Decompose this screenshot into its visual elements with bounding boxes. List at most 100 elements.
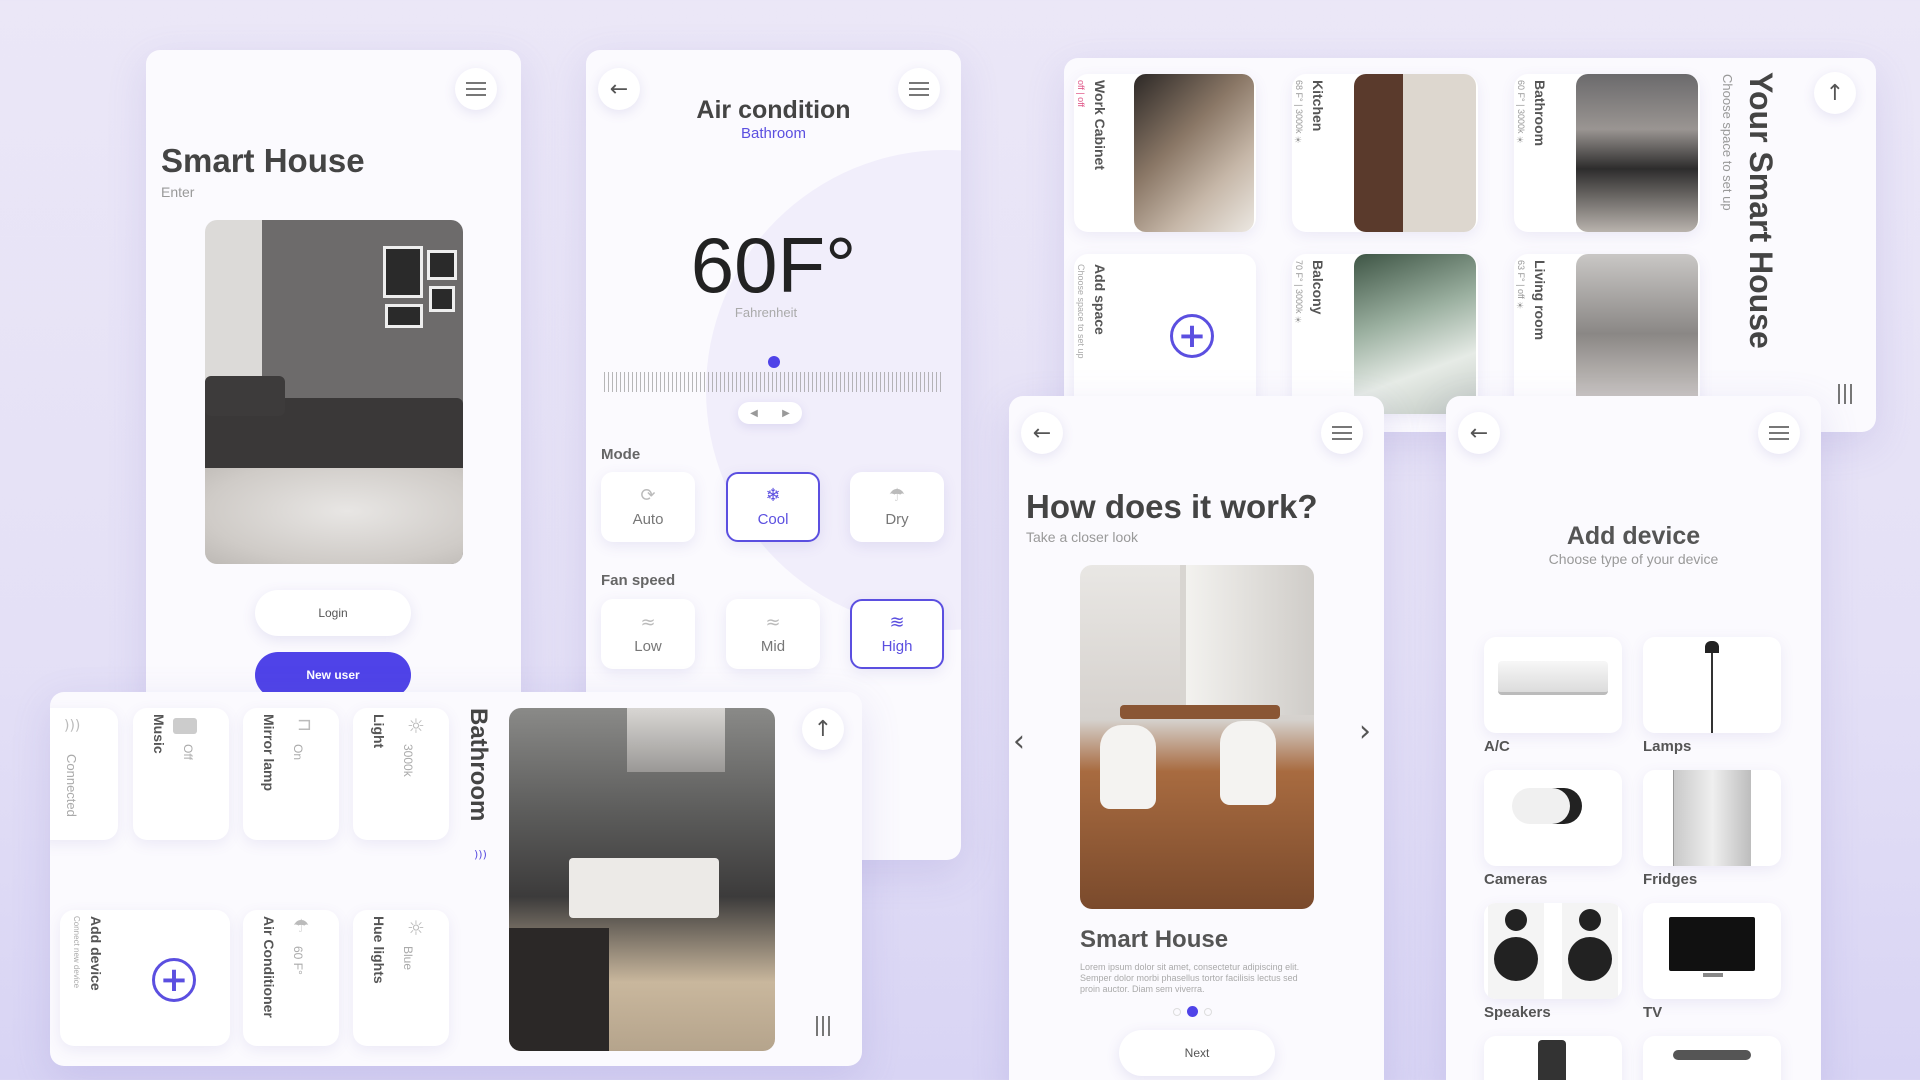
device-name: Hue lights (371, 916, 387, 984)
space-tile-bathroom[interactable]: Bathroom 60 F° | 3000k ☀ (1514, 74, 1700, 232)
device-more-2[interactable] (1643, 1036, 1781, 1080)
wifi-icon: ))) (64, 718, 81, 734)
add-device-tile[interactable]: Add device Connect new device + (60, 910, 230, 1046)
living-room-photo (205, 220, 463, 564)
ac-icon: ☂ (293, 916, 310, 937)
fan-low-option[interactable]: ≈ Low (601, 599, 695, 669)
login-button[interactable]: Login (255, 590, 411, 636)
device-status: 3000k (401, 744, 415, 777)
spaces-subtitle: Choose space to set up (1720, 74, 1735, 211)
fan-low-icon: ≈ (640, 611, 656, 633)
device-status: 60 F° (291, 946, 305, 975)
space-tile-kitchen[interactable]: Kitchen 68 F° | 3000k ☀ (1292, 74, 1478, 232)
page-dot-active[interactable] (1187, 1006, 1198, 1017)
device-lamps[interactable] (1643, 637, 1781, 733)
drop-icon: ☂ (888, 484, 906, 506)
device-label-speakers: Speakers (1484, 1004, 1551, 1021)
onboarding-screen: ← How does it work? Take a closer look ‹… (1009, 396, 1384, 1080)
page-dot[interactable] (1204, 1007, 1212, 1016)
fan-speed-label: Fan speed (601, 572, 676, 589)
menu-button[interactable] (1758, 412, 1800, 454)
mode-label-dry: Dry (885, 510, 909, 528)
room-label: Bathroom (740, 125, 807, 142)
kitchen-photo (1354, 74, 1476, 232)
device-tile-connected[interactable]: Connected ))) (50, 708, 118, 840)
drag-handle-icon[interactable] (816, 1016, 830, 1036)
hamburger-icon (1769, 426, 1789, 440)
device-tile-music[interactable]: Music Off (133, 708, 229, 840)
device-fridges[interactable] (1643, 770, 1781, 866)
room-title: Bathroom (465, 708, 492, 822)
fridge-icon (1673, 770, 1751, 866)
device-cameras[interactable] (1484, 770, 1622, 866)
back-button[interactable]: ← (1458, 412, 1500, 454)
hamburger-icon (1332, 426, 1352, 440)
up-button[interactable]: ↑ (1814, 72, 1856, 114)
add-device-subtitle: Choose type of your device (1548, 551, 1719, 567)
device-label-cameras: Cameras (1484, 871, 1548, 888)
device-tile-air-conditioner[interactable]: Air Conditioner 60 F° ☂ (243, 910, 339, 1046)
space-tile-balcony[interactable]: Balcony 70 F° | 3000k ☀ (1292, 254, 1478, 414)
fan-label-high: High (881, 637, 913, 655)
menu-button[interactable] (1321, 412, 1363, 454)
device-tile-mirror-lamp[interactable]: Mirror lamp On ⊐ (243, 708, 339, 840)
space-info: 63 F° | off ☀ (1516, 260, 1526, 312)
device-label-lamps: Lamps (1643, 738, 1692, 755)
plus-icon[interactable]: + (1170, 314, 1214, 358)
device-more-1[interactable] (1484, 1036, 1622, 1080)
space-info: 60 F° | 3000k ☀ (1516, 80, 1526, 146)
spaces-title: Your Smart House (1743, 72, 1779, 349)
app-title: Smart House (161, 142, 365, 179)
page-dot[interactable] (1173, 1007, 1181, 1016)
back-button[interactable]: ← (1021, 412, 1063, 454)
up-button[interactable]: ↑ (802, 708, 844, 750)
sun-icon: ☼ (407, 714, 425, 738)
drag-handle-icon[interactable] (1838, 384, 1852, 404)
device-tv[interactable] (1643, 903, 1781, 999)
decrease-icon[interactable]: ◀ (750, 408, 758, 419)
device-status: Off (181, 744, 195, 760)
device-ac[interactable] (1484, 637, 1622, 733)
hamburger-icon (909, 82, 929, 96)
device-name: Mirror lamp (261, 714, 277, 792)
camera-icon (1512, 788, 1582, 824)
space-tile-living-room[interactable]: Living room 63 F° | off ☀ (1514, 254, 1700, 414)
add-space-tile[interactable]: Add space Choose space to set up + (1074, 254, 1256, 414)
temperature-slider[interactable] (604, 356, 944, 400)
device-tile-light[interactable]: Light 3000k ☼ (353, 708, 449, 840)
add-space-hint: Choose space to set up (1076, 264, 1086, 359)
plus-icon[interactable]: + (152, 958, 196, 1002)
next-slide-button[interactable]: › (1359, 714, 1371, 749)
space-name: Living room (1532, 260, 1548, 341)
fan-mid-option[interactable]: ≈ Mid (726, 599, 820, 669)
next-button[interactable]: Next (1119, 1030, 1275, 1076)
space-name: Work Cabinet (1092, 80, 1108, 170)
increase-icon[interactable]: ▶ (782, 408, 790, 419)
mode-dry-option[interactable]: ☂ Dry (850, 472, 944, 542)
speaker-icon (1488, 903, 1544, 999)
mode-label-auto: Auto (632, 510, 664, 528)
device-tile-hue-lights[interactable]: Hue lights Blue ☼ (353, 910, 449, 1046)
fan-high-option[interactable]: ≋ High (850, 599, 944, 669)
work-cabinet-photo (1134, 74, 1254, 232)
device-speakers[interactable] (1484, 903, 1622, 999)
device-status: On (291, 744, 305, 761)
space-info: 70 F° | 3000k ☀ (1294, 260, 1304, 326)
device-name: Light (371, 714, 387, 749)
prev-slide-button[interactable]: ‹ (1013, 724, 1025, 759)
slider-stepper[interactable]: ◀ ▶ (738, 402, 802, 424)
space-tile-work-cabinet[interactable]: Work Cabinet off | off (1074, 74, 1256, 232)
onboarding-title: How does it work? (1026, 488, 1318, 525)
mode-cool-option[interactable]: ❄ Cool (726, 472, 820, 542)
slider-thumb[interactable] (768, 356, 780, 368)
mode-label-cool: Cool (757, 510, 789, 528)
lamp-icon (1705, 641, 1719, 653)
onboarding-subtitle: Take a closer look (1026, 529, 1139, 545)
hamburger-icon (466, 82, 486, 96)
device-name: Connected (64, 754, 79, 817)
menu-button[interactable] (455, 68, 497, 110)
speaker-icon (173, 718, 197, 734)
arrow-left-icon: ← (1469, 420, 1489, 446)
mode-auto-option[interactable]: ⟳ Auto (601, 472, 695, 542)
auto-icon: ⟳ (640, 484, 656, 506)
